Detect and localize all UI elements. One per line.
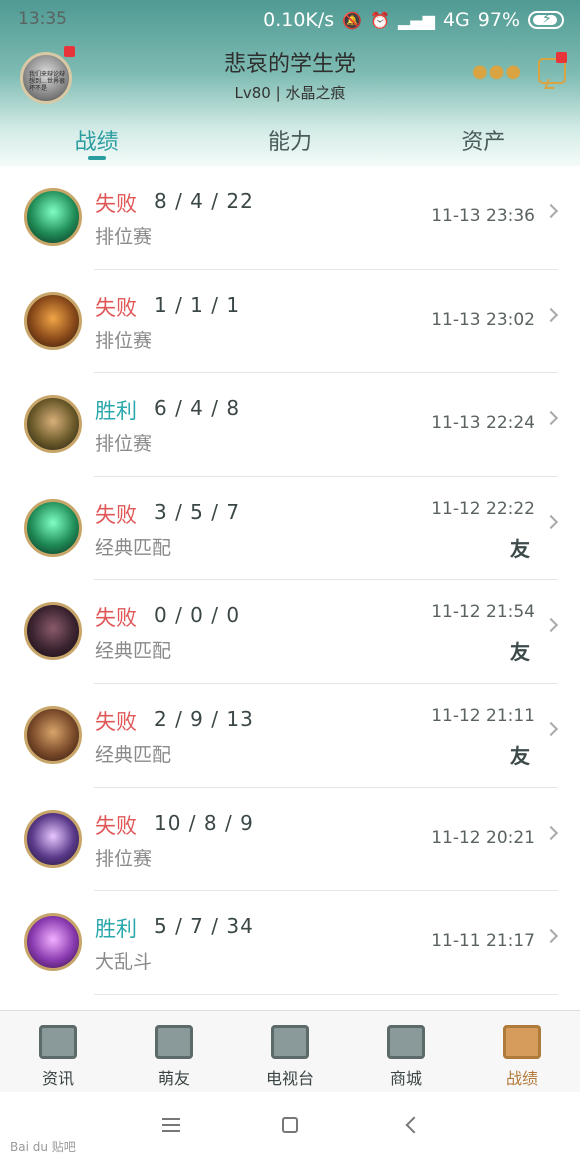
champion-icon xyxy=(24,498,82,557)
chevron-right-icon xyxy=(543,825,559,840)
tab-ability[interactable]: 能力 xyxy=(193,118,386,166)
more-icon[interactable]: ●●● xyxy=(472,63,521,81)
battery-icon: ⚡ xyxy=(528,11,564,29)
nav-label: 电视台 xyxy=(265,1069,314,1088)
menu-icon[interactable] xyxy=(162,1118,180,1132)
nav-item-friends[interactable]: 萌友 xyxy=(116,1011,232,1092)
home-icon[interactable] xyxy=(282,1117,298,1133)
match-kda: 10 / 8 / 9 xyxy=(154,810,254,835)
champion-icon xyxy=(24,602,82,661)
tv-icon xyxy=(271,1025,309,1059)
status-right: 0.10K/s 🔕 ⏰ ▂▄▆ 4G 97% ⚡ xyxy=(263,9,564,31)
match-result: 失败 xyxy=(95,295,137,320)
match-kda: 1 / 1 / 1 xyxy=(154,292,241,317)
network-type: 4G xyxy=(442,9,470,31)
nav-item-news[interactable]: 资讯 xyxy=(0,1011,116,1092)
match-row[interactable]: 失败 0 / 0 / 0 经典匹配 11-12 21:54 友 xyxy=(0,580,580,684)
match-result: 失败 xyxy=(95,192,137,216)
champion-icon xyxy=(24,291,82,350)
chevron-right-icon xyxy=(543,307,559,322)
chevron-right-icon xyxy=(543,929,559,944)
match-mode: 排位赛 xyxy=(95,433,153,456)
chevron-right-icon xyxy=(543,721,559,737)
nav-label: 萌友 xyxy=(157,1069,190,1088)
match-result: 胜利 xyxy=(95,399,137,424)
chevron-right-icon xyxy=(543,514,559,529)
match-time: 11-13 23:36 xyxy=(431,206,535,226)
champion-icon xyxy=(24,395,82,454)
match-mode: 经典匹配 xyxy=(95,743,172,766)
alarm-icon: ⏰ xyxy=(370,10,391,30)
profile-header: 13:35 0.10K/s 🔕 ⏰ ▂▄▆ 4G 97% ⚡ 我们来辩论辩 想到… xyxy=(0,0,580,166)
network-speed: 0.10K/s xyxy=(263,9,335,31)
row-divider xyxy=(94,993,558,995)
match-row[interactable]: 胜利 6 / 4 / 8 排位赛 11-13 22:24 xyxy=(0,373,580,477)
match-kda: 0 / 0 / 0 xyxy=(154,603,241,628)
match-kda: 5 / 7 / 34 xyxy=(154,914,254,939)
friend-badge: 友 xyxy=(510,640,530,665)
champion-icon xyxy=(24,188,82,246)
match-kda: 2 / 9 / 13 xyxy=(154,706,254,731)
nav-item-tv[interactable]: 电视台 xyxy=(232,1011,348,1092)
chevron-right-icon xyxy=(543,618,559,633)
friend-badge: 友 xyxy=(510,743,530,768)
mute-icon: 🔕 xyxy=(342,10,363,30)
match-kda: 8 / 4 / 22 xyxy=(154,189,254,213)
friends-icon xyxy=(155,1025,193,1059)
match-result: 失败 xyxy=(95,709,137,734)
match-mode: 排位赛 xyxy=(95,847,153,870)
tab-record[interactable]: 战绩 xyxy=(0,118,193,166)
match-row[interactable]: 失败 2 / 9 / 13 经典匹配 11-12 21:11 友 xyxy=(0,684,580,788)
match-row[interactable]: 胜利 5 / 7 / 34 大乱斗 11-11 21:17 xyxy=(0,891,580,995)
nav-label: 资讯 xyxy=(41,1069,74,1088)
player-level-region: Lv80 | 水晶之痕 xyxy=(234,84,346,102)
back-icon[interactable] xyxy=(405,1116,423,1134)
nav-label: 商城 xyxy=(389,1069,422,1088)
signal-icon: ▂▄▆ xyxy=(398,10,435,30)
champion-icon xyxy=(24,809,82,868)
tab-assets[interactable]: 资产 xyxy=(387,118,580,166)
match-mode: 经典匹配 xyxy=(95,536,172,559)
match-list: 失败 8 / 4 / 22 排位赛 11-13 23:36 失败 1 / 1 /… xyxy=(0,166,580,995)
friend-badge: 友 xyxy=(510,536,530,561)
match-row[interactable]: 失败 1 / 1 / 1 排位赛 11-13 23:02 xyxy=(0,270,580,374)
match-mode: 排位赛 xyxy=(95,226,153,248)
nav-item-shop[interactable]: 商城 xyxy=(348,1011,464,1092)
match-time: 11-13 22:24 xyxy=(431,413,535,434)
match-mode: 大乱斗 xyxy=(95,951,153,974)
status-bar: 13:35 0.10K/s 🔕 ⏰ ▂▄▆ 4G 97% ⚡ xyxy=(0,0,580,42)
match-time: 11-12 21:54 xyxy=(431,602,535,623)
match-result: 胜利 xyxy=(95,917,137,942)
match-result: 失败 xyxy=(95,502,137,527)
match-row[interactable]: 失败 10 / 8 / 9 排位赛 11-12 20:21 xyxy=(0,788,580,892)
match-time: 11-13 23:02 xyxy=(431,309,535,330)
bottom-nav: 资讯 萌友 电视台 商城 战绩 xyxy=(0,1010,580,1092)
match-time: 11-12 22:22 xyxy=(431,498,535,519)
match-time: 11-12 21:11 xyxy=(431,705,535,726)
match-row[interactable]: 失败 8 / 4 / 22 排位赛 11-13 23:36 xyxy=(0,166,580,270)
match-kda: 6 / 4 / 8 xyxy=(154,396,241,421)
match-row[interactable]: 失败 3 / 5 / 7 经典匹配 11-12 22:22 友 xyxy=(0,477,580,581)
match-result: 失败 xyxy=(95,606,137,631)
match-time: 11-11 21:17 xyxy=(431,931,535,952)
watermark: Bai du 贴吧 xyxy=(10,1140,76,1154)
match-kda: 3 / 5 / 7 xyxy=(154,499,241,524)
nav-label: 战绩 xyxy=(505,1069,538,1088)
champion-icon xyxy=(24,705,82,764)
chevron-right-icon xyxy=(543,203,559,219)
record-icon xyxy=(503,1025,541,1059)
nav-item-record[interactable]: 战绩 xyxy=(464,1011,580,1092)
news-icon xyxy=(39,1025,77,1059)
chat-notification-dot xyxy=(556,52,567,63)
match-time: 11-12 20:21 xyxy=(431,827,535,848)
match-result: 失败 xyxy=(95,813,137,838)
chevron-right-icon xyxy=(543,411,559,426)
tab-bar: 战绩 能力 资产 xyxy=(0,118,580,166)
champion-icon xyxy=(24,913,82,972)
shop-icon xyxy=(387,1025,425,1059)
battery-percent: 97% xyxy=(477,9,520,31)
system-nav-bar xyxy=(0,1092,580,1160)
match-mode: 排位赛 xyxy=(95,329,153,352)
match-mode: 经典匹配 xyxy=(95,640,172,663)
